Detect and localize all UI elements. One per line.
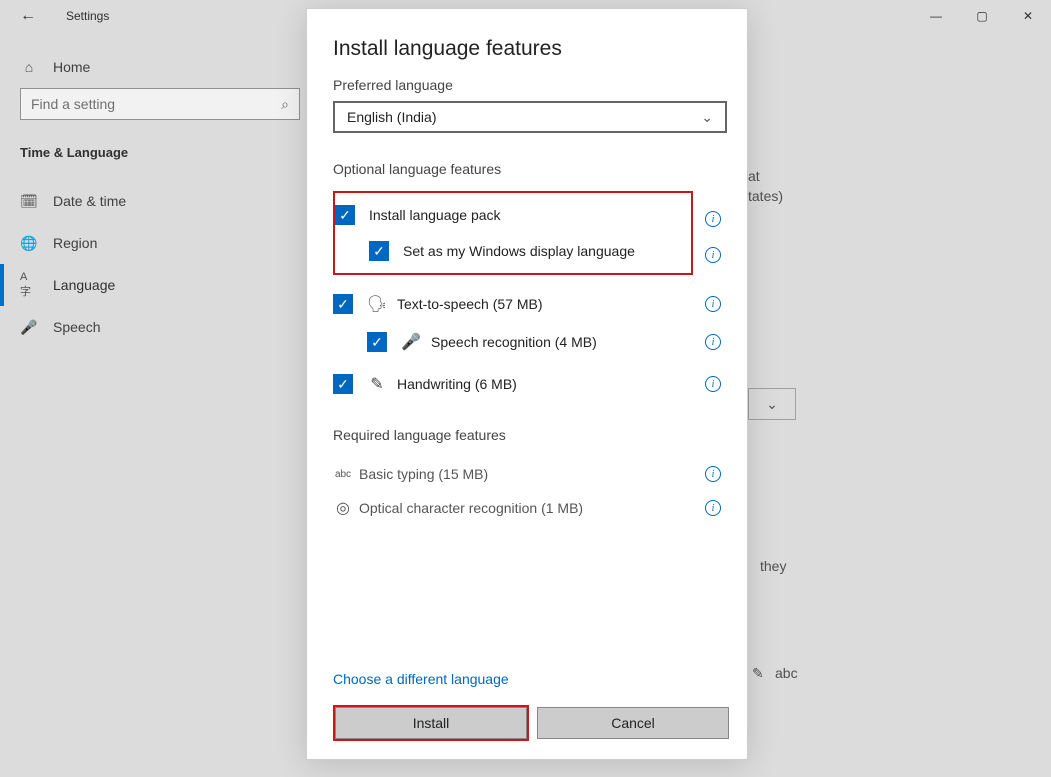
- install-language-dialog: Install language features Preferred lang…: [306, 8, 748, 760]
- required-label: Optical character recognition (1 MB): [359, 500, 583, 516]
- feature-label: Set as my Windows display language: [403, 243, 691, 259]
- typing-icon: abc: [333, 469, 353, 480]
- microphone-icon: 🎤: [401, 332, 421, 352]
- highlight-annotation: ✓ Install language pack ✓ Set as my Wind…: [333, 191, 693, 275]
- dropdown-value: English (India): [347, 109, 437, 125]
- checkbox-set-display[interactable]: ✓: [369, 241, 389, 261]
- info-icon[interactable]: i: [705, 500, 721, 516]
- feature-label: Handwriting (6 MB): [397, 376, 721, 392]
- feature-install-pack: ✓ Install language pack: [335, 197, 691, 233]
- feature-label: Text-to-speech (57 MB): [397, 296, 721, 312]
- required-basic-typing: abc Basic typing (15 MB) i: [333, 457, 721, 491]
- choose-different-language-link[interactable]: Choose a different language: [333, 671, 721, 687]
- feature-set-display: ✓ Set as my Windows display language: [335, 233, 691, 269]
- preferred-language-label: Preferred language: [333, 77, 721, 93]
- info-icon[interactable]: i: [705, 466, 721, 482]
- install-button[interactable]: Install: [335, 707, 527, 739]
- highlight-annotation: Install: [333, 705, 529, 741]
- info-icon[interactable]: i: [705, 296, 721, 312]
- ocr-icon: ◎: [333, 498, 353, 518]
- required-features-label: Required language features: [333, 427, 721, 443]
- dialog-title: Install language features: [333, 37, 721, 61]
- required-label: Basic typing (15 MB): [359, 466, 488, 482]
- checkbox-speech-rec[interactable]: ✓: [367, 332, 387, 352]
- feature-label: Install language pack: [369, 207, 691, 223]
- tts-icon: 🗣: [367, 294, 387, 314]
- preferred-language-dropdown[interactable]: English (India) ⌄: [333, 101, 727, 133]
- feature-speech-rec: ✓ 🎤 Speech recognition (4 MB) i: [333, 323, 721, 361]
- optional-features-label: Optional language features: [333, 161, 721, 177]
- info-icon[interactable]: i: [705, 211, 721, 227]
- chevron-down-icon: ⌄: [701, 109, 713, 126]
- checkbox-handwriting[interactable]: ✓: [333, 374, 353, 394]
- cancel-button[interactable]: Cancel: [537, 707, 729, 739]
- checkbox-tts[interactable]: ✓: [333, 294, 353, 314]
- required-ocr: ◎ Optical character recognition (1 MB) i: [333, 491, 721, 525]
- info-icon[interactable]: i: [705, 247, 721, 263]
- feature-tts: ✓ 🗣 Text-to-speech (57 MB) i: [333, 285, 721, 323]
- info-icon[interactable]: i: [705, 334, 721, 350]
- feature-handwriting: ✓ ✎ Handwriting (6 MB) i: [333, 365, 721, 403]
- checkbox-install-pack[interactable]: ✓: [335, 205, 355, 225]
- feature-label: Speech recognition (4 MB): [431, 334, 721, 350]
- handwriting-icon: ✎: [367, 374, 387, 394]
- info-icon[interactable]: i: [705, 376, 721, 392]
